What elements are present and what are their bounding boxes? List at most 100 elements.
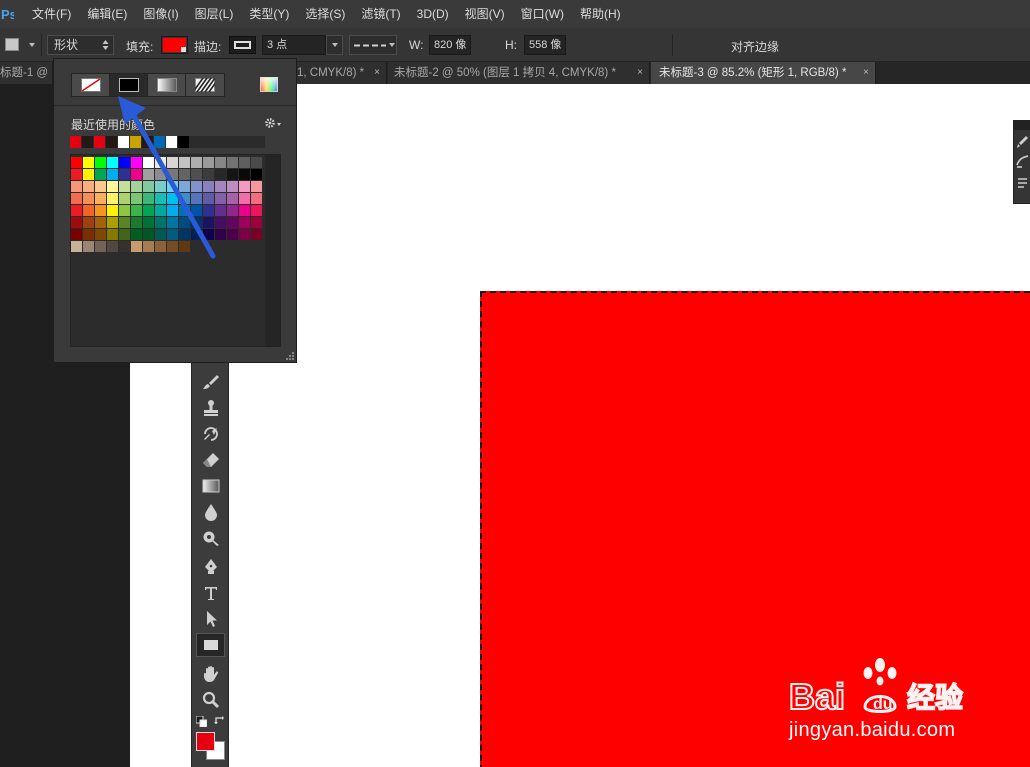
clone-stamp-tool[interactable]: [196, 396, 225, 420]
color-swatch[interactable]: [227, 193, 238, 204]
collapsed-panel-dock[interactable]: [1013, 120, 1030, 204]
width-input[interactable]: 820 像: [429, 35, 471, 55]
color-swatch[interactable]: [155, 157, 166, 168]
color-swatch[interactable]: [215, 181, 226, 192]
color-swatch[interactable]: [131, 217, 142, 228]
rectangle-tool[interactable]: [196, 633, 225, 657]
close-icon[interactable]: ×: [637, 62, 643, 84]
color-swatch[interactable]: [215, 169, 226, 180]
recent-color-swatch[interactable]: [154, 136, 165, 148]
color-swatch[interactable]: [179, 217, 190, 228]
color-swatch[interactable]: [131, 229, 142, 240]
color-swatch[interactable]: [203, 157, 214, 168]
tab-document-1[interactable]: 标题-1 @: [0, 62, 53, 84]
recent-color-swatch[interactable]: [118, 136, 129, 148]
color-swatch[interactable]: [227, 157, 238, 168]
swatches-scrollbar[interactable]: [265, 155, 280, 346]
solid-color-button[interactable]: [110, 74, 148, 96]
color-swatch[interactable]: [227, 181, 238, 192]
color-swatch[interactable]: [167, 157, 178, 168]
color-swatch[interactable]: [227, 217, 238, 228]
stroke-width-input[interactable]: 3 点: [262, 35, 326, 55]
color-swatch[interactable]: [215, 229, 226, 240]
color-swatch[interactable]: [179, 157, 190, 168]
brush-tool[interactable]: [196, 370, 225, 394]
color-swatch[interactable]: [155, 229, 166, 240]
color-swatch[interactable]: [251, 229, 262, 240]
color-swatch[interactable]: [251, 217, 262, 228]
color-swatch[interactable]: [83, 181, 94, 192]
height-input[interactable]: 558 像: [524, 35, 566, 55]
color-swatch[interactable]: [239, 181, 250, 192]
stroke-width-dropdown[interactable]: [326, 35, 343, 55]
stroke-color-swatch[interactable]: [229, 36, 256, 54]
color-swatch[interactable]: [71, 229, 82, 240]
no-fill-button[interactable]: [72, 74, 110, 96]
color-swatch[interactable]: [107, 241, 118, 252]
pattern-fill-button[interactable]: [186, 74, 224, 96]
color-swatch[interactable]: [95, 181, 106, 192]
recent-color-swatch[interactable]: [94, 136, 105, 148]
color-swatch[interactable]: [107, 157, 118, 168]
color-swatch[interactable]: [203, 169, 214, 180]
brush-preset-icon[interactable]: [1016, 135, 1029, 149]
color-swatch[interactable]: [83, 229, 94, 240]
color-swatch[interactable]: [191, 205, 202, 216]
swap-colors-icon[interactable]: [214, 715, 225, 726]
color-swatch[interactable]: [71, 217, 82, 228]
color-swatch[interactable]: [119, 217, 130, 228]
pen-tool[interactable]: [196, 555, 225, 579]
resize-grip-icon[interactable]: [286, 352, 294, 360]
color-swatch[interactable]: [167, 217, 178, 228]
color-swatch[interactable]: [83, 205, 94, 216]
zoom-tool[interactable]: [196, 688, 225, 712]
color-swatch[interactable]: [251, 193, 262, 204]
color-swatch[interactable]: [143, 229, 154, 240]
color-swatch[interactable]: [179, 229, 190, 240]
color-swatch[interactable]: [215, 205, 226, 216]
color-swatch[interactable]: [95, 217, 106, 228]
color-swatch[interactable]: [179, 241, 190, 252]
menu-item[interactable]: 编辑(E): [79, 0, 135, 28]
color-swatch[interactable]: [227, 229, 238, 240]
dodge-tool[interactable]: [196, 526, 225, 550]
color-swatch[interactable]: [155, 193, 166, 204]
color-swatch[interactable]: [143, 169, 154, 180]
color-swatch[interactable]: [143, 157, 154, 168]
default-colors-icon[interactable]: [196, 716, 207, 727]
color-swatch[interactable]: [107, 169, 118, 180]
color-swatch[interactable]: [143, 241, 154, 252]
color-swatch[interactable]: [203, 217, 214, 228]
color-swatch[interactable]: [191, 217, 202, 228]
color-swatch[interactable]: [95, 229, 106, 240]
color-swatch[interactable]: [119, 181, 130, 192]
color-swatch[interactable]: [215, 193, 226, 204]
color-swatch[interactable]: [71, 241, 82, 252]
color-swatch[interactable]: [251, 205, 262, 216]
recent-color-swatch[interactable]: [106, 136, 117, 148]
menu-item[interactable]: 图像(I): [135, 0, 186, 28]
color-swatch[interactable]: [71, 157, 82, 168]
color-swatch[interactable]: [239, 157, 250, 168]
clone-source-icon[interactable]: [1016, 175, 1029, 189]
type-tool[interactable]: [196, 581, 225, 605]
gradient-fill-button[interactable]: [148, 74, 186, 96]
color-swatch[interactable]: [179, 205, 190, 216]
color-swatch[interactable]: [119, 241, 130, 252]
color-swatch[interactable]: [131, 193, 142, 204]
tool-preset-picker[interactable]: [3, 35, 37, 55]
color-swatch[interactable]: [83, 193, 94, 204]
color-swatch[interactable]: [191, 157, 202, 168]
brush-panel-icon[interactable]: [1016, 155, 1029, 169]
color-swatch[interactable]: [71, 193, 82, 204]
color-swatch[interactable]: [203, 229, 214, 240]
recent-color-swatch[interactable]: [130, 136, 141, 148]
color-swatch[interactable]: [83, 241, 94, 252]
menu-item[interactable]: 视图(V): [457, 0, 513, 28]
color-swatch[interactable]: [167, 205, 178, 216]
color-swatch[interactable]: [167, 193, 178, 204]
close-icon[interactable]: ×: [374, 62, 380, 84]
gradient-tool[interactable]: [196, 474, 225, 498]
menu-item[interactable]: 滤镜(T): [353, 0, 408, 28]
color-swatch[interactable]: [83, 217, 94, 228]
